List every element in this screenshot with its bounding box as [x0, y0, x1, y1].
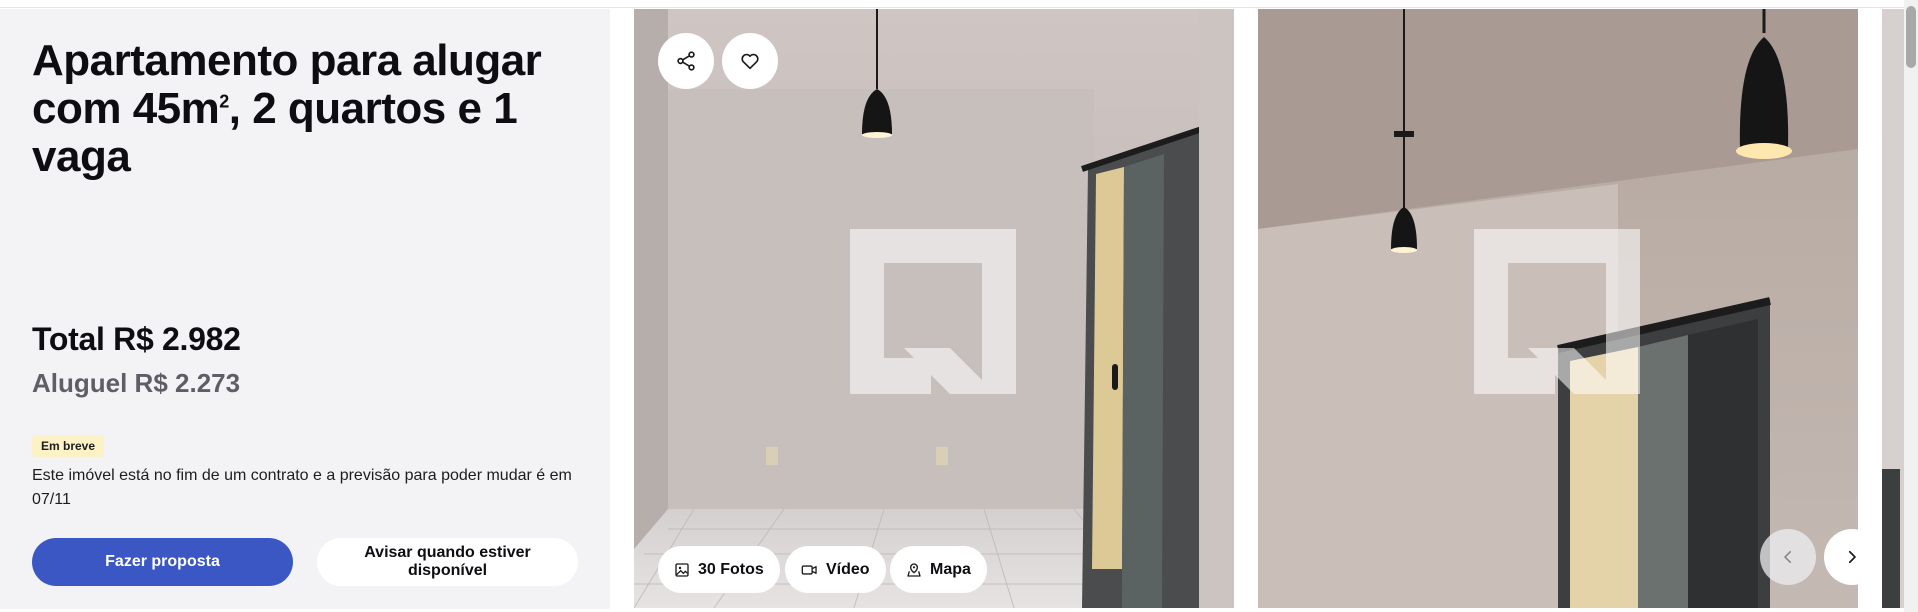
status-badge: Em breve [32, 435, 105, 457]
gallery-prev-button[interactable] [1760, 529, 1816, 585]
listing-title-superscript: 2 [219, 91, 229, 112]
room-photo-2 [1258, 9, 1858, 608]
share-icon [677, 51, 695, 71]
make-offer-button[interactable]: Fazer proposta [32, 538, 293, 586]
favorite-button[interactable] [722, 33, 778, 89]
gallery-photo-1[interactable]: 30 Fotos Vídeo Mapa [634, 9, 1234, 608]
map-label: Mapa [930, 560, 971, 578]
room-photo-1 [634, 9, 1234, 608]
video-button[interactable]: Vídeo [785, 546, 886, 593]
page-scrollbar-track[interactable] [1904, 0, 1918, 612]
availability-notice: Este imóvel está no fim de um contrato e… [32, 467, 572, 508]
listing-info-panel: Apartamento para alugar com 45m2, 2 quar… [0, 9, 610, 609]
chevron-right-icon [1848, 550, 1856, 564]
rent-price: Aluguel R$ 2.273 [32, 368, 241, 398]
photos-icon [675, 562, 689, 577]
chevron-left-icon [1784, 551, 1791, 563]
map-icon [907, 562, 921, 577]
map-button[interactable]: Mapa [890, 546, 987, 593]
listing-title: Apartamento para alugar com 45m2, 2 quar… [32, 37, 592, 181]
photos-button[interactable]: 30 Fotos [658, 546, 780, 593]
gallery-next-button[interactable] [1824, 529, 1880, 585]
heart-icon [741, 53, 759, 70]
gallery-photo-2[interactable] [1258, 9, 1858, 608]
video-label: Vídeo [826, 560, 870, 578]
top-border [0, 0, 1918, 8]
photos-label: 30 Fotos [698, 560, 764, 578]
page-scrollbar-thumb[interactable] [1906, 6, 1916, 68]
total-price: Total R$ 2.982 [32, 321, 241, 357]
video-icon [801, 564, 817, 575]
share-button[interactable] [658, 33, 714, 89]
notify-when-available-button[interactable]: Avisar quando estiver disponível [317, 538, 578, 586]
